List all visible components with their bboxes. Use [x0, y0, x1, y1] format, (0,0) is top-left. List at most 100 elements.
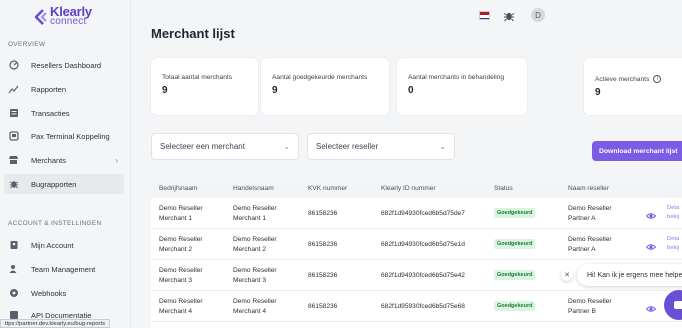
eye-icon[interactable] — [645, 301, 657, 312]
klearly-logo-icon — [34, 8, 47, 25]
webhook-icon — [8, 288, 19, 299]
cell-handelsnaam: Demo Reseller Merchant 3 — [233, 267, 277, 284]
brand-subname: connect — [50, 16, 87, 27]
overview-section-label: OVERVIEW — [8, 41, 46, 48]
cell-klearly-id: 682f1d94930fced6b5d75e1d — [381, 241, 465, 248]
stat-card-approved: Aantal goedgekeurde merchants 9 — [261, 58, 389, 115]
table-header: Bedrijfsnaam Handelsnaam KVK nummer Klea… — [151, 179, 682, 198]
column-header[interactable]: Handelsnaam — [233, 185, 274, 192]
link-status-url: ttps://partner.dev.klearly.eu/bug-report… — [0, 319, 110, 328]
user-avatar[interactable]: D — [531, 8, 545, 22]
sidebar-item-mijn-account[interactable]: Mijn Account — [4, 235, 124, 255]
sidebar-item-bugrapporten[interactable]: Bugrapporten — [4, 174, 124, 194]
status-badge: Goedgekeurd — [494, 301, 536, 311]
stat-card-total: Totaal aantal merchants 9 — [151, 58, 258, 115]
sidebar-item-team-management[interactable]: Team Management — [4, 259, 124, 279]
stat-value: 9 — [272, 85, 278, 96]
stat-label: Actieve merchants — [595, 75, 650, 83]
table-row[interactable]: Demo Reseller Merchant 2 Demo Reseller Mer… — [151, 229, 682, 260]
stat-value: 9 — [162, 85, 168, 96]
table-row[interactable]: Demo Reseller Merchant 4 Demo Reseller Mer… — [151, 291, 682, 322]
dashboard-icon — [8, 60, 19, 71]
cell-kvk: 86158236 — [308, 241, 338, 248]
merchant-table: Bedrijfsnaam Handelsnaam KVK nummer Klea… — [151, 179, 682, 328]
stat-value: 9 — [595, 87, 601, 98]
page-title: Merchant lijst — [151, 26, 235, 41]
status-badge: Goedgekeurd — [494, 270, 536, 280]
sidebar-item-resellers-dashboard[interactable]: Resellers Dashboard — [4, 55, 124, 75]
transactions-icon — [8, 108, 19, 119]
download-merchant-list-button[interactable]: Download merchant lijst — [592, 141, 682, 161]
cell-klearly-id: 682f1d94930fced6b5d75e42 — [381, 272, 465, 279]
sidebar-item-transacties[interactable]: Transacties — [4, 103, 124, 123]
cell-handelsnaam: Demo Reseller Merchant 2 — [233, 236, 277, 253]
status-badge: Goedgekeurd — [494, 239, 536, 249]
stat-label: Aantal goedgekeurde merchants — [272, 74, 368, 81]
cell-kvk: 86158236 — [308, 303, 338, 310]
cell-kvk: 86158236 — [308, 210, 338, 217]
column-header[interactable]: KVK nummer — [308, 185, 347, 192]
details-link[interactable]: Deta bekij — [667, 235, 679, 253]
column-header[interactable]: Naam reseller — [568, 185, 609, 192]
merchant-select-placeholder: Selecteer een merchant — [160, 142, 245, 151]
stat-label: Totaal aantal merchants — [162, 74, 233, 81]
cell-klearly-id: 682f1d95930fced6b5d75e68 — [381, 303, 465, 310]
app-root: Klearly connect OVERVIEW Resellers Dashb… — [0, 0, 682, 328]
bug-icon — [8, 179, 19, 190]
language-flag-icon[interactable] — [479, 11, 490, 20]
eye-icon[interactable] — [645, 239, 657, 250]
eye-icon[interactable] — [645, 208, 657, 219]
chart-icon — [8, 84, 19, 95]
column-header[interactable]: Klearly ID nummer — [381, 185, 436, 192]
cell-bedrijfsnaam: Demo Reseller Merchant 4 — [159, 298, 203, 315]
merchant-select[interactable]: Selecteer een merchant ⌄ — [151, 133, 299, 160]
cell-klearly-id: 682f1d94930fced6b5d75de7 — [381, 210, 465, 217]
cell-handelsnaam: Demo Reseller Merchant 4 — [233, 298, 277, 315]
stat-card-pending: Aantal merchants in behandeling 0 — [397, 58, 527, 115]
sidebar-item-pax-terminal[interactable]: Pax Terminal Koppeling — [4, 126, 124, 146]
cell-bedrijfsnaam: Demo Reseller Merchant 1 — [159, 205, 203, 222]
sidebar-item-label: Pax Terminal Koppeling — [31, 131, 110, 141]
chat-close-icon[interactable]: ✕ — [561, 269, 573, 281]
reseller-select-placeholder: Selecteer reseller — [316, 142, 379, 151]
details-link[interactable]: Deta bekij — [667, 204, 679, 222]
cell-handelsnaam: Demo Reseller Merchant 1 — [233, 205, 277, 222]
terminal-icon — [8, 131, 19, 142]
cell-reseller: Demo Reseller Partner B — [568, 298, 612, 315]
stat-label: Aantal merchants in behandeling — [408, 74, 505, 81]
sidebar-item-label: Merchants — [31, 155, 67, 165]
stat-value: 0 — [408, 85, 414, 96]
cell-reseller: Demo Reseller Partner A — [568, 236, 612, 253]
column-header[interactable]: Status — [494, 185, 513, 192]
status-badge: Goedgekeurd — [494, 208, 536, 218]
brand-name: Klearly — [50, 4, 92, 19]
sidebar-item-label: Resellers Dashboard — [31, 60, 102, 70]
merchants-icon — [8, 155, 19, 166]
cell-reseller: Demo Reseller Partner A — [568, 205, 612, 222]
sidebar: Klearly connect OVERVIEW Resellers Dashb… — [0, 0, 131, 328]
sidebar-item-merchants[interactable]: Merchants › — [4, 150, 124, 170]
account-icon — [8, 240, 19, 251]
stat-card-active: Actieve merchants i 9 — [584, 58, 682, 115]
account-section-label: ACCOUNT & INSTELLINGEN — [8, 220, 102, 227]
cell-kvk: 86158236 — [308, 272, 338, 279]
bug-report-icon[interactable] — [503, 9, 515, 22]
reseller-select[interactable]: Selecteer reseller ⌄ — [307, 133, 455, 160]
sidebar-item-label: Team Management — [31, 264, 96, 274]
info-icon[interactable]: i — [653, 75, 662, 83]
brand-logo[interactable]: Klearly connect — [34, 4, 92, 27]
chat-icon — [674, 301, 682, 309]
column-header[interactable]: Bedrijfsnaam — [159, 185, 197, 192]
chevron-right-icon: › — [115, 155, 118, 165]
sidebar-item-label: Transacties — [31, 108, 70, 118]
sidebar-item-rapporten[interactable]: Rapporten — [4, 79, 124, 99]
sidebar-item-label: Bugrapporten — [31, 179, 77, 189]
sidebar-item-label: Webhooks — [31, 288, 67, 298]
chat-message-bubble[interactable]: Hi! Kan ik je ergens mee helpe — [577, 264, 682, 286]
cell-bedrijfsnaam: Demo Reseller Merchant 2 — [159, 236, 203, 253]
team-icon — [8, 264, 19, 275]
table-row[interactable]: Demo Reseller Merchant 1 Demo Reseller Mer… — [151, 198, 682, 229]
cell-bedrijfsnaam: Demo Reseller Merchant 3 — [159, 267, 203, 284]
chevron-down-icon: ⌄ — [439, 142, 446, 151]
sidebar-item-webhooks[interactable]: Webhooks — [4, 283, 124, 303]
